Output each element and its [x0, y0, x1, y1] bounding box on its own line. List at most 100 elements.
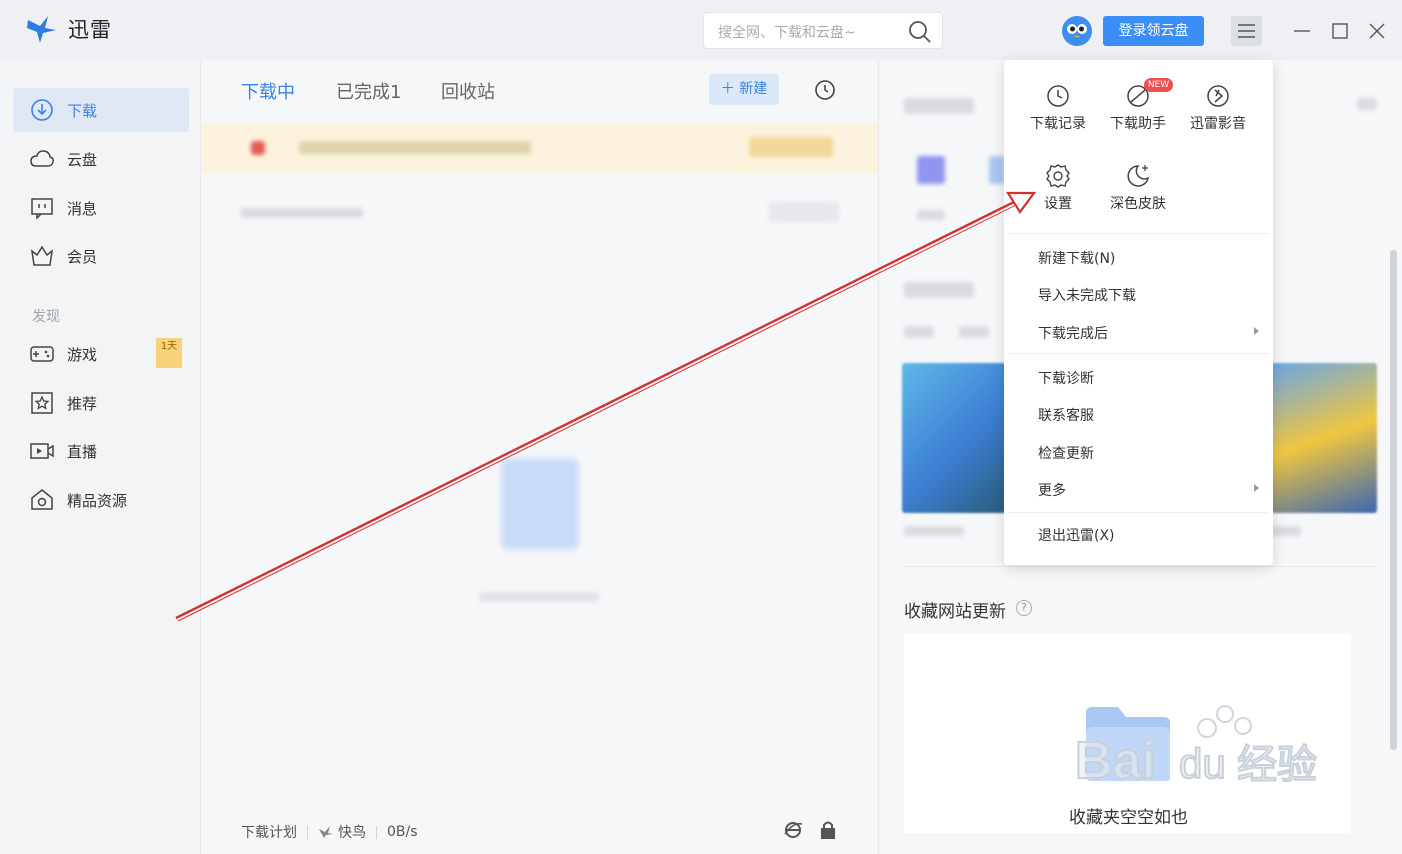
menu-grid-label: 下载记录 — [1030, 116, 1086, 132]
menu-dark-skin[interactable]: 深色皮肤 — [1102, 162, 1174, 213]
gamepad-icon — [30, 346, 54, 362]
divider — [1008, 512, 1269, 513]
search-icon[interactable] — [908, 20, 932, 44]
main-menu-dropdown: 下载记录 下载助手 迅雷影音 设置 深色皮肤 新建下载(N) 导入未完成下载 下… — [1004, 60, 1273, 565]
bird-icon — [319, 826, 333, 838]
divider — [1008, 353, 1269, 354]
section-heading-blur — [904, 282, 974, 298]
menu-item-label: 新建下载(N) — [1038, 251, 1116, 267]
fav-section-title: 收藏网站更新 — [904, 602, 1006, 622]
menu-item-after-download[interactable]: 下载完成后 — [1038, 323, 1263, 343]
task-row[interactable] — [201, 123, 879, 173]
app-logo: 迅雷 — [26, 14, 112, 44]
sidebar-item-label: 会员 — [67, 247, 98, 266]
menu-item-import-unfinished[interactable]: 导入未完成下载 — [1038, 285, 1263, 305]
app-icon-blur — [989, 156, 1005, 184]
sidebar-item-resources[interactable]: 精品资源 — [13, 478, 189, 522]
menu-item-label: 更多 — [1038, 483, 1066, 499]
menu-grid-label: 下载助手 — [1110, 116, 1166, 132]
history-icon[interactable] — [813, 78, 837, 102]
lock-icon[interactable] — [819, 820, 837, 840]
download-panel: 下载中 已完成1 回收站 ＋ 新建 下载计划 快鸟 0B/s — [200, 60, 879, 854]
hamburger-icon — [1238, 24, 1255, 38]
login-button[interactable]: 登录领云盘 — [1103, 16, 1204, 46]
menu-item-label: 下载诊断 — [1038, 371, 1094, 387]
accelerator-link[interactable]: 快鸟 — [338, 822, 366, 842]
section-tab-blur — [904, 326, 934, 338]
thumb-caption-blur — [1271, 526, 1301, 536]
sidebar-item-label: 推荐 — [67, 394, 98, 413]
tab-recycle-bin[interactable]: 回收站 — [441, 78, 495, 104]
svg-text:经验: 经验 — [1237, 742, 1317, 788]
menu-item-more[interactable]: 更多 — [1038, 480, 1263, 500]
empty-state-text-blur — [479, 592, 599, 602]
menu-item-exit[interactable]: 退出迅雷(X) — [1038, 525, 1263, 545]
menu-item-label: 导入未完成下载 — [1038, 288, 1136, 304]
menu-settings[interactable]: 设置 — [1022, 162, 1094, 213]
menu-item-label: 联系客服 — [1038, 408, 1094, 424]
menu-item-diagnose[interactable]: 下载诊断 — [1038, 368, 1263, 388]
menu-grid-label: 深色皮肤 — [1110, 196, 1166, 212]
chevron-right-icon — [1254, 327, 1259, 335]
svg-text:Bai: Bai — [1075, 732, 1156, 790]
new-download-button[interactable]: ＋ 新建 — [709, 74, 779, 105]
browser-icon[interactable] — [783, 820, 803, 840]
sidebar-item-recommend[interactable]: 推荐 — [13, 381, 189, 425]
discover-section-label: 发现 — [32, 309, 60, 325]
history-icon — [1047, 85, 1069, 107]
app-label-blur — [917, 210, 945, 220]
app-name: 迅雷 — [68, 18, 112, 42]
sidebar-item-label: 精品资源 — [67, 491, 128, 510]
chevron-right-icon — [1254, 484, 1259, 492]
video-thumbnail[interactable] — [902, 363, 1006, 513]
avatar[interactable] — [1060, 13, 1094, 47]
new-tag-badge: NEW — [1144, 78, 1173, 92]
download-plan-link[interactable]: 下载计划 — [241, 822, 297, 842]
svg-text:du: du — [1179, 740, 1226, 787]
tab-completed[interactable]: 已完成1 — [336, 78, 401, 104]
speed-readout: 0B/s — [387, 824, 418, 840]
menu-download-history[interactable]: 下载记录 — [1022, 82, 1094, 133]
divider — [376, 825, 377, 839]
sidebar-item-label: 游戏 — [67, 345, 98, 364]
empty-state-icon — [501, 458, 579, 550]
sidebar-item-download[interactable]: 下载 — [13, 88, 189, 132]
player-icon — [1207, 85, 1229, 107]
download-icon — [31, 99, 53, 121]
help-icon[interactable]: ? — [1016, 600, 1032, 616]
video-thumbnail[interactable] — [1271, 363, 1377, 513]
scrollbar[interactable] — [1390, 250, 1397, 750]
hint-blur — [241, 208, 363, 218]
sidebar: 下载 云盘 消息 会员 发现 游戏 1天 推荐 直播 精品资源 — [0, 60, 200, 854]
moon-icon — [1127, 165, 1150, 187]
search-placeholder: 搜全网、下载和云盘~ — [718, 25, 856, 41]
task-name-blur — [299, 141, 531, 154]
divider — [904, 566, 1376, 567]
panel-more-blur — [1357, 98, 1377, 110]
sidebar-item-label: 云盘 — [67, 150, 98, 169]
menu-item-contact-support[interactable]: 联系客服 — [1038, 405, 1263, 425]
games-badge: 1天 — [156, 338, 182, 368]
cloud-icon — [30, 150, 54, 167]
close-icon[interactable] — [1362, 16, 1392, 46]
menu-item-new-download[interactable]: 新建下载(N) — [1038, 248, 1263, 268]
menu-thunder-player[interactable]: 迅雷影音 — [1182, 82, 1254, 133]
search-box[interactable]: 搜全网、下载和云盘~ — [703, 12, 943, 49]
main-menu-button[interactable] — [1231, 16, 1262, 46]
minimize-icon[interactable] — [1287, 16, 1317, 46]
live-icon — [30, 443, 54, 459]
tab-downloading[interactable]: 下载中 — [241, 78, 295, 104]
sidebar-item-cloud[interactable]: 云盘 — [13, 137, 189, 181]
sidebar-item-member[interactable]: 会员 — [13, 234, 189, 278]
maximize-icon[interactable] — [1325, 16, 1355, 46]
menu-item-label: 退出迅雷(X) — [1038, 528, 1115, 544]
gear-icon — [1046, 164, 1070, 188]
app-icon-blur — [917, 156, 945, 184]
crown-icon — [30, 245, 54, 266]
sidebar-item-live[interactable]: 直播 — [13, 429, 189, 473]
star-icon — [31, 392, 53, 414]
menu-item-check-update[interactable]: 检查更新 — [1038, 443, 1263, 463]
divider — [1008, 233, 1269, 234]
sidebar-item-label: 消息 — [67, 199, 98, 218]
sidebar-item-messages[interactable]: 消息 — [13, 186, 189, 230]
